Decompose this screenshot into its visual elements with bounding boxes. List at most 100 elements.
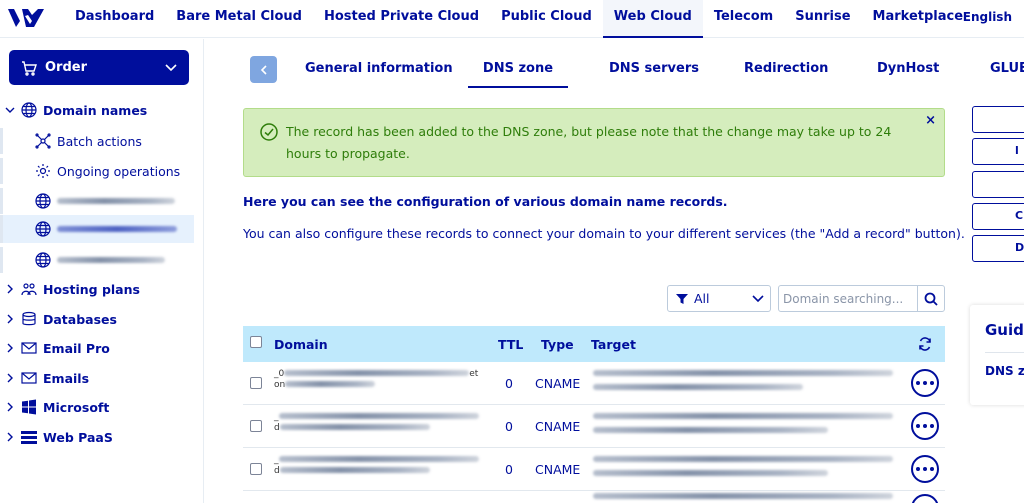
select-all-checkbox[interactable] — [250, 336, 262, 348]
alert-message: The record has been added to the DNS zon… — [286, 124, 892, 161]
chevron-down-icon — [752, 295, 764, 303]
sidebar-item-web-paas[interactable]: Web PaaS — [0, 424, 113, 450]
sidebar-item-label: Web PaaS — [43, 429, 113, 445]
row-actions-button[interactable] — [911, 412, 939, 440]
envelope-icon — [21, 342, 37, 354]
tab-dns-zone[interactable]: DNS zone — [468, 52, 568, 88]
nav-marketplace[interactable]: Marketplace — [862, 0, 975, 38]
redacted-target — [593, 427, 828, 433]
sidebar-item-email-pro[interactable]: Email Pro — [0, 335, 110, 361]
filter-selected-value: All — [694, 291, 710, 306]
chevron-right-icon — [7, 314, 13, 324]
row-checkbox[interactable] — [250, 463, 262, 475]
sidebar-item-batch-actions[interactable]: Batch actions — [0, 128, 194, 154]
nav-web-cloud[interactable]: Web Cloud — [602, 0, 703, 38]
chevron-left-icon — [260, 64, 267, 75]
nav-telecom[interactable]: Telecom — [703, 0, 784, 38]
target-cell — [593, 370, 893, 390]
check-circle-icon — [260, 123, 278, 141]
chevron-down-icon — [5, 107, 15, 113]
sidebar-item-domain[interactable] — [0, 188, 194, 214]
tab-dns-servers[interactable]: DNS servers — [609, 52, 699, 88]
nav-sunrise[interactable]: Sunrise — [784, 0, 861, 38]
column-header-domain[interactable]: Domain — [274, 337, 328, 352]
action-button[interactable]: C — [972, 203, 1024, 230]
domain-prefix: on — [274, 380, 286, 390]
action-button[interactable] — [972, 171, 1024, 198]
divider — [917, 286, 918, 311]
domain-search-input[interactable] — [783, 289, 913, 308]
tabs-scroll-left-button[interactable] — [250, 56, 277, 83]
gear-icon — [36, 164, 50, 178]
table-row: _0 et on 0 CNAME — [243, 362, 945, 405]
filter-icon — [676, 293, 688, 304]
search-icon[interactable] — [924, 292, 938, 306]
ttl-cell: 0 — [505, 462, 513, 477]
action-button[interactable]: l — [972, 138, 1024, 165]
tab-redirection[interactable]: Redirection — [744, 52, 828, 88]
intro-text: You can also configure these records to … — [243, 226, 965, 241]
row-actions-button[interactable] — [911, 369, 939, 397]
order-label: Order — [45, 60, 87, 75]
ttl-cell: 0 — [505, 419, 513, 434]
domain-prefix: _ — [274, 455, 279, 465]
target-cell — [593, 456, 893, 476]
action-button[interactable] — [972, 106, 1024, 133]
language-selector[interactable]: English — [963, 10, 1012, 24]
redacted-target — [593, 370, 893, 376]
sidebar-item-domain[interactable] — [0, 247, 194, 273]
type-cell: CNAME — [535, 462, 581, 477]
sidebar-item-databases[interactable]: Databases — [0, 306, 117, 332]
type-cell: CNAME — [535, 419, 581, 434]
sidebar-item-emails[interactable]: Emails — [0, 365, 89, 391]
sidebar-item-label: Hosting plans — [43, 281, 140, 297]
sidebar-item-hosting-plans[interactable]: Hosting plans — [0, 276, 140, 302]
guide-link[interactable]: DNS zo — [985, 364, 1024, 378]
tab-general-information[interactable]: General information — [305, 52, 453, 88]
order-button[interactable]: Order — [9, 50, 189, 85]
row-checkbox[interactable] — [250, 420, 262, 432]
refresh-icon[interactable] — [918, 337, 932, 351]
nav-dashboard[interactable]: Dashboard — [64, 0, 165, 38]
main-nav: Dashboard Bare Metal Cloud Hosted Privat… — [64, 0, 974, 38]
stack-icon — [21, 431, 37, 444]
tab-dynhost[interactable]: DynHost — [877, 52, 939, 88]
target-cell — [593, 413, 893, 433]
row-actions-button[interactable] — [911, 455, 939, 483]
redacted-domain — [285, 381, 376, 387]
redacted-domain — [284, 370, 470, 376]
domain-search-box — [778, 285, 945, 312]
sidebar-item-ongoing-operations[interactable]: Ongoing operations — [0, 158, 194, 184]
column-header-target[interactable]: Target — [591, 337, 636, 352]
row-actions-button[interactable] — [911, 494, 939, 503]
action-button[interactable]: D — [972, 235, 1024, 262]
column-header-type[interactable]: Type — [541, 337, 574, 352]
ovh-logo[interactable] — [6, 5, 46, 31]
sidebar-item-domain-names[interactable]: Domain names — [0, 97, 147, 123]
domain-prefix: _ — [274, 412, 279, 422]
record-type-filter[interactable]: All — [667, 285, 771, 312]
globe-icon — [21, 102, 37, 118]
row-checkbox[interactable] — [250, 377, 262, 389]
close-icon[interactable]: × — [925, 113, 936, 128]
envelope-icon — [21, 372, 37, 384]
redacted-domain — [57, 226, 177, 232]
chevron-right-icon — [7, 432, 13, 442]
sidebar-item-microsoft[interactable]: Microsoft — [0, 394, 109, 420]
table-row: _ d 0 CNAME — [243, 405, 945, 448]
nav-bare-metal-cloud[interactable]: Bare Metal Cloud — [165, 0, 313, 38]
nav-public-cloud[interactable]: Public Cloud — [490, 0, 603, 38]
ttl-cell: 0 — [505, 376, 513, 391]
sidebar-item-domain-selected[interactable] — [0, 215, 194, 243]
domain-cell: _ d — [274, 455, 479, 477]
hosting-icon — [21, 283, 37, 296]
tab-glue[interactable]: GLUE — [990, 52, 1024, 88]
success-alert: The record has been added to the DNS zon… — [243, 108, 945, 177]
column-header-ttl[interactable]: TTL — [498, 337, 523, 352]
redacted-target — [593, 384, 803, 390]
table-header: Domain TTL Type Target — [243, 326, 945, 362]
guides-title: Guide — [985, 321, 1024, 339]
network-icon — [35, 133, 51, 149]
top-navigation-bar: Dashboard Bare Metal Cloud Hosted Privat… — [0, 0, 1024, 38]
nav-hosted-private-cloud[interactable]: Hosted Private Cloud — [313, 0, 490, 38]
